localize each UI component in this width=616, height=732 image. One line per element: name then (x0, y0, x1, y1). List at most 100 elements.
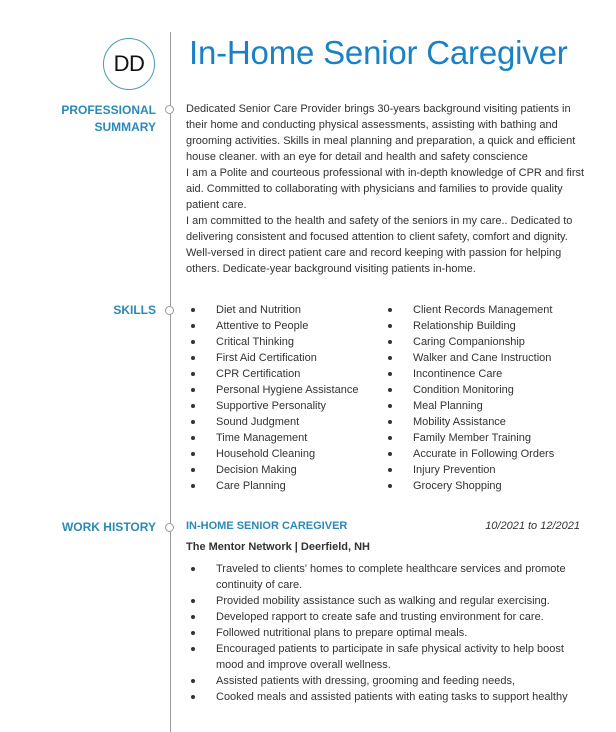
bullet-icon (388, 436, 392, 440)
section-label-summary: PROFESSIONAL SUMMARY (16, 102, 156, 136)
skill-item: Decision Making (186, 462, 383, 478)
job-title: IN-HOME SENIOR CAREGIVER (186, 520, 348, 532)
timeline-node (165, 523, 174, 532)
skill-item-text: Decision Making (216, 464, 297, 476)
skill-item: Sound Judgment (186, 414, 383, 430)
bullet-icon (191, 372, 195, 376)
section-label-work-history: WORK HISTORY (61, 520, 156, 534)
duty-item-text: Assisted patients with dressing, groomin… (216, 675, 516, 687)
skill-item-text: Attentive to People (216, 320, 309, 332)
skill-item: Time Management (186, 430, 383, 446)
duty-item: Traveled to clients' homes to complete h… (186, 561, 576, 593)
skill-item: Injury Prevention (383, 462, 580, 478)
job-duties-list: Traveled to clients' homes to complete h… (186, 561, 576, 705)
skill-item: Meal Planning (383, 398, 580, 414)
skill-item-text: Family Member Training (413, 432, 531, 444)
job-dates: 10/2021 to 12/2021 (485, 520, 580, 532)
skill-item: Family Member Training (383, 430, 580, 446)
skill-item-text: Mobility Assistance (413, 416, 506, 428)
duty-item-text: Cooked meals and assisted patients with … (216, 691, 568, 703)
skill-item: Grocery Shopping (383, 478, 580, 494)
bullet-icon (388, 308, 392, 312)
skill-item-text: Caring Companionship (413, 336, 525, 348)
skill-item: Caring Companionship (383, 334, 580, 350)
bullet-icon (388, 388, 392, 392)
monogram-avatar: DD (103, 38, 155, 90)
bullet-icon (191, 436, 195, 440)
skill-item: CPR Certification (186, 366, 383, 382)
bullet-icon (191, 615, 195, 619)
duty-item-text: Traveled to clients' homes to complete h… (216, 563, 566, 591)
section-label-line: SUMMARY (94, 120, 156, 134)
skill-item: Mobility Assistance (383, 414, 580, 430)
skill-item: Relationship Building (383, 318, 580, 334)
skill-item-text: Walker and Cane Instruction (413, 352, 552, 364)
skill-item: Personal Hygiene Assistance (186, 382, 383, 398)
skill-item: Diet and Nutrition (186, 302, 383, 318)
timeline-node (165, 306, 174, 315)
duty-item: Provided mobility assistance such as wal… (186, 593, 576, 609)
duty-item-text: Followed nutritional plans to prepare op… (216, 627, 468, 639)
duty-item-text: Provided mobility assistance such as wal… (216, 595, 550, 607)
bullet-icon (191, 308, 195, 312)
summary-paragraph: I am committed to the health and safety … (186, 215, 573, 275)
summary-paragraph: Dedicated Senior Care Provider brings 30… (186, 103, 576, 163)
skill-item: Attentive to People (186, 318, 383, 334)
skill-item-text: Critical Thinking (216, 336, 295, 348)
skill-item: Accurate in Following Orders (383, 446, 580, 462)
duty-item: Encouraged patients to participate in sa… (186, 641, 576, 673)
bullet-icon (191, 340, 195, 344)
bullet-icon (191, 356, 195, 360)
bullet-icon (191, 388, 195, 392)
skill-item-text: First Aid Certification (216, 352, 317, 364)
bullet-icon (388, 324, 392, 328)
duty-item-text: Developed rapport to create safe and tru… (216, 611, 544, 623)
summary-paragraph: I am a Polite and courteous professional… (186, 167, 585, 211)
timeline-line (170, 32, 171, 732)
skill-item: Supportive Personality (186, 398, 383, 414)
bullet-icon (388, 372, 392, 376)
bullet-icon (191, 420, 195, 424)
bullet-icon (388, 420, 392, 424)
section-label-line: PROFESSIONAL (61, 103, 156, 117)
skill-item-text: Care Planning (216, 480, 286, 492)
bullet-icon (191, 567, 195, 571)
skill-item: Household Cleaning (186, 446, 383, 462)
skill-item-text: Household Cleaning (216, 448, 316, 460)
bullet-icon (191, 324, 195, 328)
section-label-skills: SKILLS (113, 303, 156, 317)
skill-item: Care Planning (186, 478, 383, 494)
skill-item-text: Diet and Nutrition (216, 304, 301, 316)
skill-item-text: Accurate in Following Orders (413, 448, 555, 460)
skill-item-text: Personal Hygiene Assistance (216, 384, 359, 396)
bullet-icon (191, 484, 195, 488)
skill-item-text: Injury Prevention (413, 464, 496, 476)
skill-item-text: Client Records Management (413, 304, 553, 316)
bullet-icon (191, 695, 195, 699)
duty-item: Assisted patients with dressing, groomin… (186, 673, 576, 689)
bullet-icon (388, 356, 392, 360)
job-company: The Mentor Network | Deerfield, NH (186, 541, 370, 553)
bullet-icon (191, 468, 195, 472)
skill-item: Client Records Management (383, 302, 580, 318)
bullet-icon (191, 452, 195, 456)
skill-item-text: Time Management (216, 432, 308, 444)
resume-title: In-Home Senior Caregiver (189, 34, 568, 71)
bullet-icon (388, 484, 392, 488)
duty-item: Followed nutritional plans to prepare op… (186, 625, 576, 641)
skill-item-text: Supportive Personality (216, 400, 327, 412)
skill-item-text: Incontinence Care (413, 368, 503, 380)
monogram-initials: DD (113, 51, 145, 76)
skill-item: Incontinence Care (383, 366, 580, 382)
skills-column-left: Diet and Nutrition Attentive to People Cri… (186, 302, 383, 494)
bullet-icon (388, 468, 392, 472)
summary-text: Dedicated Senior Care Provider brings 30… (186, 101, 586, 277)
skill-item-text: Sound Judgment (216, 416, 300, 428)
duty-item: Developed rapport to create safe and tru… (186, 609, 576, 625)
bullet-icon (388, 452, 392, 456)
skill-item: Critical Thinking (186, 334, 383, 350)
skill-item-text: CPR Certification (216, 368, 301, 380)
duty-item-text: Encouraged patients to participate in sa… (216, 643, 564, 671)
duty-item: Cooked meals and assisted patients with … (186, 689, 576, 705)
skill-item: Condition Monitoring (383, 382, 580, 398)
